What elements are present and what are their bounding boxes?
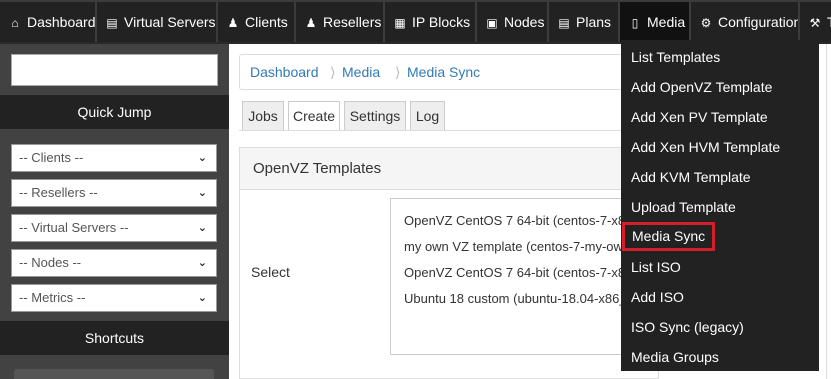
- menu-item-media-sync[interactable]: Media Sync: [622, 222, 715, 251]
- menu-item-list-iso[interactable]: List ISO: [621, 252, 819, 282]
- divider: [826, 44, 827, 379]
- select-value: -- Resellers --: [19, 185, 98, 200]
- nav-tab-label: IP Blocks: [412, 14, 471, 30]
- template-option[interactable]: OpenVZ CentOS 7 64-bit (centos-7-x8: [404, 265, 625, 280]
- menu-item-add-xen-pv-template[interactable]: Add Xen PV Template: [621, 102, 819, 132]
- template-multiselect[interactable]: OpenVZ CentOS 7 64-bit (centos-7-x8 my o…: [390, 198, 660, 355]
- users-icon: ♟: [227, 16, 239, 30]
- menu-item-add-kvm-template[interactable]: Add KVM Template: [621, 162, 819, 192]
- select-value: -- Nodes --: [19, 255, 82, 270]
- gear-icon: ⚙: [700, 16, 712, 30]
- breadcrumb: Dashboard ⟩ Media ⟩ Media Sync: [239, 54, 659, 90]
- chevron-down-icon: ⌄: [197, 257, 207, 269]
- plans-icon: ▤: [558, 16, 570, 30]
- resellers-select[interactable]: -- Resellers -- ⌄: [11, 179, 217, 207]
- select-value: -- Clients --: [19, 150, 84, 165]
- wrench-icon: ⚒: [809, 16, 821, 30]
- file-icon: ▯: [631, 16, 639, 30]
- select-label: Select: [251, 264, 290, 280]
- nav-tab-label: T: [827, 14, 831, 30]
- nav-tab-label: Clients: [245, 14, 288, 30]
- media-dropdown-menu: List Templates Add OpenVZ Template Add X…: [621, 40, 819, 371]
- nav-tab-label: Nodes: [504, 14, 545, 30]
- menu-item-iso-sync-legacy[interactable]: ISO Sync (legacy): [621, 312, 819, 342]
- select-value: -- Virtual Servers --: [19, 220, 129, 235]
- nav-tab-label: Plans: [576, 14, 612, 30]
- select-value: -- Metrics --: [19, 290, 86, 305]
- menu-item-media-groups[interactable]: Media Groups: [621, 342, 819, 372]
- nav-tab-ip-blocks[interactable]: ▦ IP Blocks: [385, 2, 475, 42]
- server-icon: ▤: [106, 16, 118, 30]
- menu-item-add-iso[interactable]: Add ISO: [621, 282, 819, 312]
- template-option[interactable]: Ubuntu 18 custom (ubuntu-18.04-x86_: [404, 291, 627, 306]
- tab-settings[interactable]: Settings: [344, 101, 406, 131]
- metrics-select[interactable]: -- Metrics -- ⌄: [11, 284, 217, 312]
- breadcrumb-media[interactable]: Media: [342, 55, 380, 89]
- openvz-templates-panel: OpenVZ Templates Select OpenVZ CentOS 7 …: [239, 147, 660, 379]
- nav-tab-label: Configuration: [718, 14, 798, 30]
- breadcrumb-media-sync[interactable]: Media Sync: [407, 55, 480, 89]
- virtual-servers-select[interactable]: -- Virtual Servers -- ⌄: [11, 214, 217, 242]
- shortcuts-heading: Shortcuts: [0, 321, 229, 355]
- sidebar: Quick Jump -- Clients -- ⌄ -- Resellers -…: [0, 44, 229, 379]
- template-option[interactable]: OpenVZ CentOS 7 64-bit (centos-7-x8: [404, 213, 625, 228]
- nav-tab-label: Virtual Servers: [124, 14, 216, 30]
- menu-item-list-templates[interactable]: List Templates: [621, 42, 819, 72]
- nav-tab-label: Dashboard: [27, 14, 95, 30]
- clients-select[interactable]: -- Clients -- ⌄: [11, 144, 217, 172]
- home-icon: ⌂: [11, 16, 19, 30]
- menu-item-upload-template[interactable]: Upload Template: [621, 192, 819, 222]
- nav-tab-label: Media: [647, 14, 686, 30]
- nav-tab-plans[interactable]: ▤ Plans: [549, 2, 618, 42]
- nav-tab-media[interactable]: ▯ Media: [620, 2, 689, 42]
- search-input[interactable]: [11, 54, 218, 86]
- chevron-down-icon: ⌄: [197, 292, 207, 304]
- breadcrumb-separator: ⟩: [395, 64, 401, 80]
- top-navigation-bar: ⌂ Dashboard ▤ Virtual Servers ♟ Clients ♟ Re…: [0, 0, 831, 44]
- tab-create[interactable]: Create: [288, 101, 340, 131]
- tab-log[interactable]: Log: [410, 101, 445, 131]
- nav-tab-clients[interactable]: ♟ Clients: [218, 2, 294, 42]
- node-icon: ▣: [486, 16, 498, 30]
- nav-tab-virtual-servers[interactable]: ▤ Virtual Servers: [97, 2, 216, 42]
- nav-tab-tools[interactable]: ⚒T: [800, 2, 831, 42]
- nodes-select[interactable]: -- Nodes -- ⌄: [11, 249, 217, 277]
- menu-item-add-xen-hvm-template[interactable]: Add Xen HVM Template: [621, 132, 819, 162]
- nav-tab-label: Resellers: [323, 14, 382, 30]
- breadcrumb-separator: ⟩: [330, 64, 336, 80]
- template-option[interactable]: my own VZ template (centos-7-my-ow: [404, 239, 623, 254]
- menu-item-add-openvz-template[interactable]: Add OpenVZ Template: [621, 72, 819, 102]
- shortcut-item[interactable]: [14, 369, 214, 379]
- panel-title: OpenVZ Templates: [240, 148, 658, 190]
- user-icon: ♟: [305, 16, 317, 30]
- breadcrumb-dashboard[interactable]: Dashboard: [250, 55, 319, 89]
- nav-tab-configuration[interactable]: ⚙ Configuration: [691, 2, 798, 42]
- nav-tab-resellers[interactable]: ♟ Resellers: [296, 2, 383, 42]
- nav-tab-nodes[interactable]: ▣ Nodes: [477, 2, 547, 42]
- tab-jobs[interactable]: Jobs: [242, 101, 284, 131]
- chevron-down-icon: ⌄: [197, 187, 207, 199]
- tab-divider: [239, 130, 659, 131]
- chevron-down-icon: ⌄: [197, 222, 207, 234]
- quick-jump-heading: Quick Jump: [0, 95, 229, 129]
- chevron-down-icon: ⌄: [197, 152, 207, 164]
- grid-icon: ▦: [394, 16, 406, 30]
- nav-tab-dashboard[interactable]: ⌂ Dashboard: [0, 2, 95, 42]
